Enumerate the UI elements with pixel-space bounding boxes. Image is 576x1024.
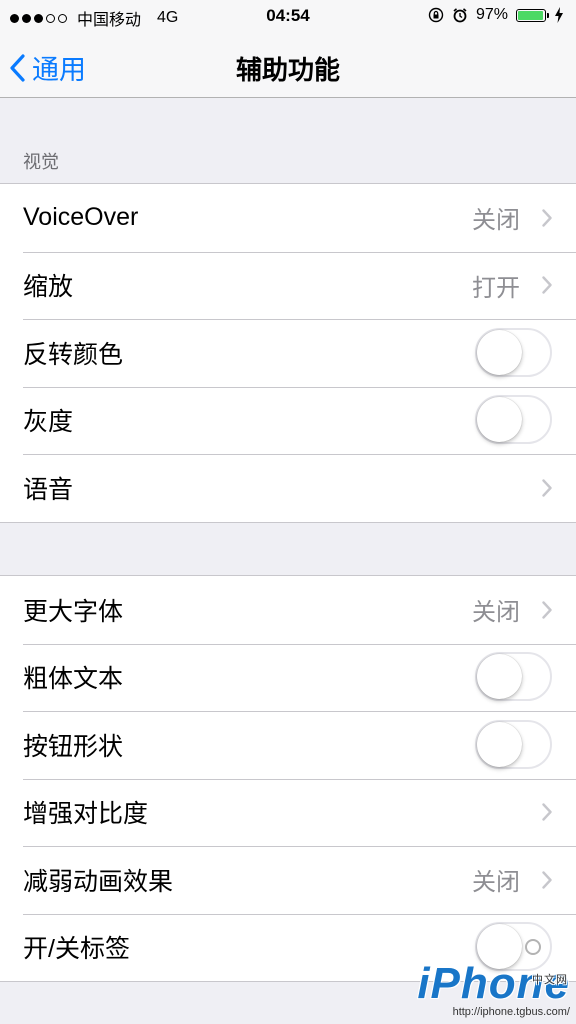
- row-label: 更大字体: [23, 597, 124, 626]
- watermark: iPhone 中文网 http://iphone.tgbus.com/: [417, 962, 570, 1019]
- row-voiceover[interactable]: VoiceOver 关闭: [0, 184, 576, 252]
- settings-group-text: 更大字体 关闭 粗体文本 按钮形状 增强对比度 减弱动画效果 关闭 开/关标签: [0, 575, 576, 982]
- toggle-off-indicator-icon: [525, 938, 541, 955]
- toggle-knob: [477, 654, 522, 700]
- battery-percent: 97%: [475, 6, 508, 23]
- battery-fill: [518, 10, 544, 20]
- section-header-vision: 视觉: [23, 152, 59, 172]
- status-bar: 中国移动 4G 04:54 97%: [0, 0, 576, 33]
- row-label: 反转颜色: [23, 340, 124, 369]
- row-larger-text[interactable]: 更大字体 关闭: [0, 576, 576, 644]
- row-label: 灰度: [23, 408, 74, 437]
- page-title: 辅助功能: [235, 55, 340, 85]
- grayscale-toggle[interactable]: [475, 395, 552, 445]
- row-label: 开/关标签: [23, 935, 130, 964]
- alarm-icon: [453, 8, 467, 23]
- row-bold-text: 粗体文本: [0, 643, 576, 712]
- row-label: 减弱动画效果: [23, 867, 174, 896]
- row-grayscale: 灰度: [0, 386, 576, 455]
- chevron-right-icon: [542, 276, 552, 294]
- row-button-shapes: 按钮形状: [0, 711, 576, 779]
- row-label: VoiceOver: [23, 203, 139, 232]
- bold-text-toggle[interactable]: [475, 652, 552, 702]
- row-label: 增强对比度: [23, 800, 149, 829]
- row-label: 按钮形状: [23, 732, 124, 761]
- row-label: 语音: [23, 475, 74, 504]
- row-label: 缩放: [23, 273, 74, 302]
- row-zoom[interactable]: 缩放 打开: [0, 251, 576, 320]
- orientation-lock-icon: [428, 7, 444, 23]
- toggle-knob: [477, 329, 522, 375]
- row-value: 关闭: [472, 207, 520, 235]
- row-value: 关闭: [472, 599, 520, 627]
- chevron-right-icon: [542, 209, 552, 227]
- chevron-right-icon: [542, 871, 552, 889]
- watermark-logo: iPhone 中文网: [417, 962, 570, 1006]
- watermark-badge: 中文网: [532, 974, 568, 986]
- toggle-knob: [477, 721, 522, 767]
- chevron-right-icon: [542, 479, 552, 497]
- navigation-bar: 通用 辅助功能: [0, 33, 576, 98]
- charging-icon: [555, 7, 563, 23]
- button-shapes-toggle[interactable]: [475, 719, 552, 769]
- row-value: 关闭: [472, 869, 520, 897]
- row-increase-contrast[interactable]: 增强对比度: [0, 778, 576, 847]
- toggle-knob: [477, 397, 522, 443]
- battery-icon: [516, 8, 549, 22]
- chevron-right-icon: [542, 803, 552, 821]
- row-invert-colors: 反转颜色: [0, 319, 576, 387]
- row-label: 粗体文本: [23, 665, 124, 694]
- invert-colors-toggle[interactable]: [475, 327, 552, 377]
- row-reduce-motion[interactable]: 减弱动画效果 关闭: [0, 846, 576, 914]
- row-value: 打开: [472, 274, 520, 302]
- settings-group-vision: VoiceOver 关闭 缩放 打开 反转颜色 灰度 语音: [0, 183, 576, 523]
- chevron-right-icon: [542, 601, 552, 619]
- row-speech[interactable]: 语音: [0, 454, 576, 522]
- status-right: 97%: [428, 6, 564, 24]
